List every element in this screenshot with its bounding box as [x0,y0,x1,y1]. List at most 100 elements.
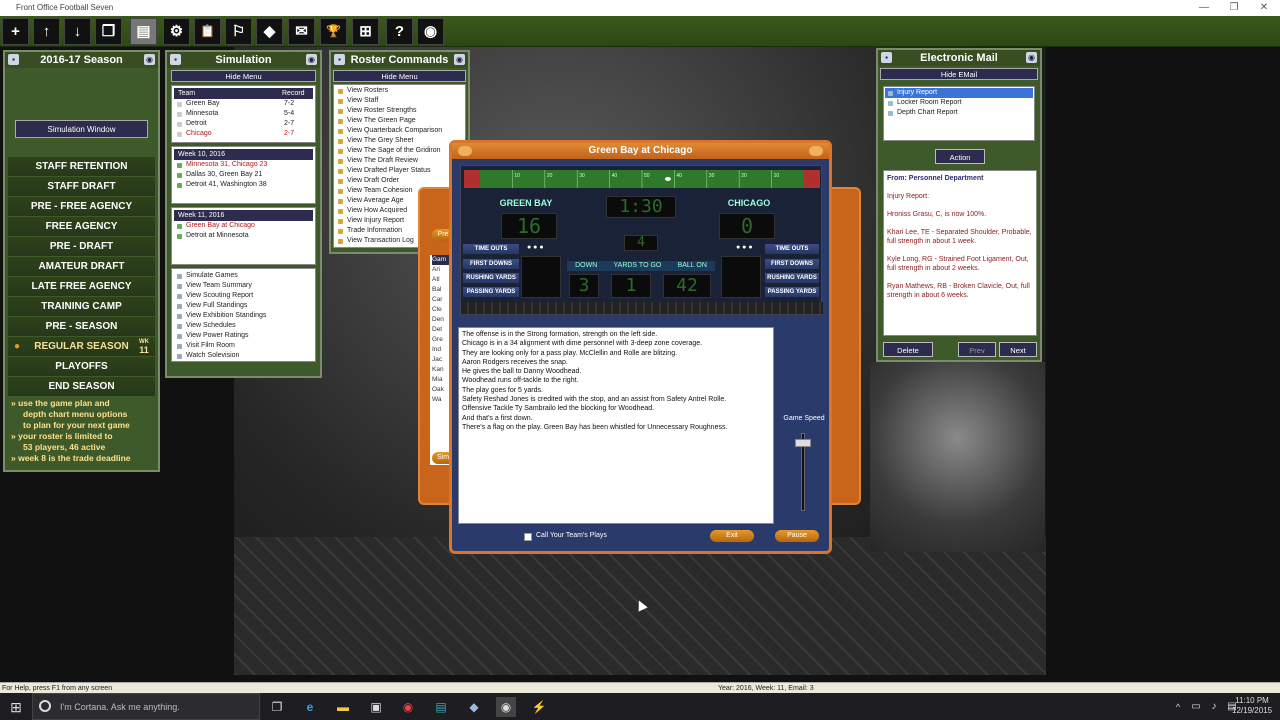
download-icon[interactable]: ↓ [64,18,91,45]
org-chart-icon[interactable]: ⊞ [352,18,379,45]
panel-menu-icon[interactable]: ▪ [881,52,892,63]
phase-staff-retention[interactable]: STAFF RETENTION [8,157,155,176]
standings-row[interactable]: Minnesota 5-4 [174,109,313,119]
standings-row[interactable]: Green Bay 7-2 [174,99,313,109]
action-simulate-games[interactable]: Simulate Games [174,271,313,281]
chrome-icon[interactable]: ◉ [398,697,418,717]
roster-command-item[interactable]: View Quarterback Comparison [335,126,464,136]
call-plays-checkbox[interactable] [524,533,532,541]
game-row[interactable]: Detroit at Minnesota [174,231,313,241]
roster-command-item[interactable]: View Draft Order [335,176,464,186]
panel-menu-icon[interactable]: ▪ [8,54,19,65]
email-item-locker-room-report[interactable]: Locker Room Report [885,98,1033,108]
close-icon[interactable]: ✕ [1249,0,1279,16]
action-view-full-standings[interactable]: View Full Standings [174,301,313,311]
plus-icon[interactable]: + [2,18,29,45]
phase-end-season[interactable]: END SEASON [8,377,155,396]
pause-button[interactable]: Pause [775,530,819,542]
phase-amateur-draft[interactable]: AMATEUR DRAFT [8,257,155,276]
cortana-search-box[interactable]: I'm Cortana. Ask me anything. [32,693,260,720]
panel-camera-icon[interactable]: ◉ [306,54,317,65]
action-view-scouting-report[interactable]: View Scouting Report [174,291,313,301]
help-icon[interactable]: ? [386,18,413,45]
task-view-icon[interactable]: ❐ [267,697,287,717]
window-close-icon[interactable] [809,146,823,156]
volume-icon[interactable]: ♪ [1204,697,1224,717]
yard-marker: 40 [676,173,682,179]
phase-free-agency[interactable]: FREE AGENCY [8,217,155,236]
result-row[interactable]: Minnesota 31, Chicago 23 [174,160,313,170]
away-rushing-label: RUSHING YARDS [463,273,519,283]
phase-staff-draft[interactable]: STAFF DRAFT [8,177,155,196]
panel-camera-icon[interactable]: ◉ [454,54,465,65]
delete-button[interactable]: Delete [883,342,933,357]
terminal-icon[interactable]: ⚡ [529,697,549,717]
action-view-team-summary[interactable]: View Team Summary [174,281,313,291]
action-view-schedules[interactable]: View Schedules [174,321,313,331]
fof-app-icon[interactable]: ◉ [496,697,516,717]
phase-training-camp[interactable]: TRAINING CAMP [8,297,155,316]
prev-button[interactable]: Prev [958,342,996,357]
roster-command-item[interactable]: View The Sage of the Gridiron [335,146,464,156]
minimize-icon[interactable]: — [1189,0,1219,16]
phase-playoffs[interactable]: PLAYOFFS [8,357,155,376]
exit-button[interactable]: Exit [710,530,754,542]
trophy-icon[interactable]: 🏆 [320,18,347,45]
roster-command-item[interactable]: View Drafted Player Status [335,166,464,176]
upload-icon[interactable]: ↑ [33,18,60,45]
phase-regular-season[interactable]: ● REGULAR SEASON WK 11 [8,337,155,356]
panel-menu-icon[interactable]: ▪ [170,54,181,65]
restore-icon[interactable]: ❐ [1219,0,1249,16]
action-view-exhibition-standings[interactable]: View Exhibition Standings [174,311,313,321]
game-speed-slider[interactable] [795,439,811,447]
action-view-power-ratings[interactable]: View Power Ratings [174,331,313,341]
hide-menu-button[interactable]: Hide Menu [333,70,466,82]
phase-pre-season[interactable]: PRE - SEASON [8,317,155,336]
phase-pre-free-agency[interactable]: PRE - FREE AGENCY [8,197,155,216]
football-icon[interactable]: ◆ [256,18,283,45]
action-visit-film-room[interactable]: Visit Film Room [174,341,313,351]
next-button[interactable]: Next [999,342,1037,357]
file-icon[interactable]: ▤ [130,18,157,45]
steam-icon[interactable]: ◆ [464,697,484,717]
hide-email-button[interactable]: Hide EMail [880,68,1038,80]
result-row[interactable]: Dallas 30, Green Bay 21 [174,170,313,180]
clipboard-icon[interactable]: 📋 [194,18,221,45]
roster-command-item[interactable]: View The Grey Sheet [335,136,464,146]
gear-icon[interactable]: ⚙ [163,18,190,45]
standings-row[interactable]: Chicago 2-7 [174,129,313,139]
email-panel-header: ▪ Electronic Mail ◉ [878,50,1040,66]
standings-row[interactable]: Detroit 2-7 [174,119,313,129]
clock[interactable]: 11:10 PM 12/19/2015 [1232,696,1272,716]
email-item-depth-chart-report[interactable]: Depth Chart Report [885,108,1033,118]
store-icon[interactable]: ▣ [366,697,386,717]
hide-menu-button[interactable]: Hide Menu [171,70,316,82]
roster-command-item[interactable]: View Staff [335,96,464,106]
game-row[interactable]: Green Bay at Chicago [174,221,313,231]
file-explorer-icon[interactable]: ▬ [333,697,353,717]
edge-browser-icon[interactable]: e [300,697,320,717]
tray-chevron-icon[interactable]: ^ [1168,697,1188,717]
phase-pre-draft[interactable]: PRE - DRAFT [8,237,155,256]
playbook-icon[interactable]: ⚐ [225,18,252,45]
simulation-window-button[interactable]: Simulation Window [15,120,148,138]
roster-command-item[interactable]: View The Green Page [335,116,464,126]
panel-menu-icon[interactable]: ▪ [334,54,345,65]
roster-command-item[interactable]: View Roster Strengths [335,106,464,116]
mail-icon[interactable]: ✉ [288,18,315,45]
result-row[interactable]: Detroit 41, Washington 38 [174,180,313,190]
camera-icon[interactable]: ◉ [417,18,444,45]
copy-icon[interactable]: ❐ [95,18,122,45]
phase-late-free-agency[interactable]: LATE FREE AGENCY [8,277,155,296]
window-menu-icon[interactable] [458,146,472,156]
panel-camera-icon[interactable]: ◉ [1026,52,1037,63]
app-icon[interactable]: ▤ [431,697,451,717]
action-button[interactable]: Action [935,149,985,164]
windows-start-icon[interactable]: ⊞ [6,697,26,717]
roster-command-item[interactable]: View Rosters [335,86,464,96]
email-item-injury-report[interactable]: Injury Report [885,88,1033,98]
roster-command-item[interactable]: View The Draft Review [335,156,464,166]
panel-camera-icon[interactable]: ◉ [144,54,155,65]
network-icon[interactable]: ▭ [1186,697,1206,717]
action-watch-solevision[interactable]: Watch Solevision [174,351,313,361]
